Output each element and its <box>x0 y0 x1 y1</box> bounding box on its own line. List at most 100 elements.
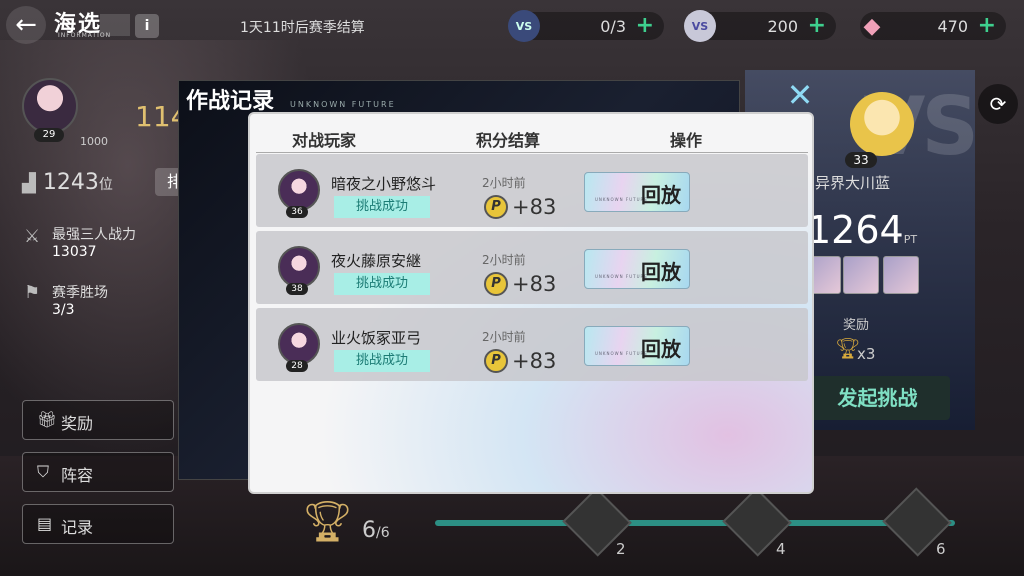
trophy-icon: 🏆︎ <box>302 499 353 545</box>
record-time: 2小时前 <box>482 176 526 190</box>
shield-icon: ⛉ <box>37 462 50 481</box>
wins-label: 赛季胜场 <box>52 285 108 301</box>
opponent-level: 36 <box>286 206 308 218</box>
column-header-action: 操作 <box>670 131 703 150</box>
rank-unit: 位 <box>98 177 113 193</box>
reward-label: 奖励 <box>843 318 870 333</box>
points-coin-icon: P <box>484 272 508 296</box>
record-row: 36 暗夜之小野悠斗 挑战成功 2小时前 P +83 UNKNOWN FUTUR… <box>256 154 808 227</box>
replay-label: 回放 <box>641 337 681 361</box>
replay-button-subtext: UNKNOWN FUTURE <box>595 351 648 356</box>
opponent-level: 33 <box>845 152 877 168</box>
trophy-total: /6 <box>376 525 390 541</box>
replay-button[interactable]: UNKNOWN FUTURE 回放 <box>584 249 690 289</box>
trophy-progress: 6/6 <box>362 518 390 543</box>
top-bar: ← 海选 INFORMATION i 1天11时后赛季结算 VS 0/3 + V… <box>0 0 1024 52</box>
opponent-points-value: 1264 <box>807 208 904 252</box>
replay-label: 回放 <box>641 183 681 207</box>
trophy-count: 6 <box>362 518 376 543</box>
milestone-label: 4 <box>776 540 786 558</box>
column-header-player: 对战玩家 <box>292 131 357 150</box>
milestone-label: 2 <box>616 540 626 558</box>
opponent-team-member <box>883 256 919 294</box>
player-avatar[interactable] <box>22 78 78 134</box>
swords-icon: ⚔ <box>24 226 41 247</box>
replay-label: 回放 <box>641 260 681 284</box>
info-button[interactable]: i <box>135 14 159 38</box>
rewards-label: 奖励 <box>61 414 94 433</box>
rewards-button[interactable]: 🎁︎ 奖励 <box>22 400 174 440</box>
power-label: 最强三人战力 <box>52 227 136 243</box>
challenge-button[interactable]: 发起挑战 <box>805 376 950 420</box>
header-divider <box>256 152 808 153</box>
crystal-icon: ◆ <box>863 13 881 39</box>
opponent-team-member <box>843 256 879 294</box>
replay-button-subtext: UNKNOWN FUTURE <box>595 197 648 202</box>
record-icon: ▤ <box>37 514 53 533</box>
opponent-avatar <box>278 246 320 288</box>
points-coin-icon: P <box>484 349 508 373</box>
points-unit: PT <box>903 233 918 246</box>
replay-button[interactable]: UNKNOWN FUTURE 回放 <box>584 326 690 366</box>
opponent-name: 暗夜之小野悠斗 <box>331 175 437 193</box>
vs-coin-icon: VS <box>684 10 716 42</box>
result-badge: 挑战成功 <box>334 196 430 218</box>
score-change: +83 <box>512 349 557 373</box>
column-header-score: 积分结算 <box>476 131 541 150</box>
reward-count: x3 <box>857 345 876 363</box>
record-row: 38 夜火藤原安継 挑战成功 2小时前 P +83 UNKNOWN FUTURE… <box>256 231 808 304</box>
arrow-left-icon: ← <box>15 10 37 40</box>
power-value: 13037 <box>52 244 97 260</box>
opponent-avatar[interactable] <box>850 92 914 156</box>
resource-value: 470 <box>937 17 968 36</box>
page-subtitle: INFORMATION <box>58 32 112 39</box>
dialog-title: 作战记录 <box>186 89 275 114</box>
opponent-name: 业火饭冢亚弓 <box>331 329 422 347</box>
result-badge: 挑战成功 <box>334 273 430 295</box>
battle-record-panel: 对战玩家 积分结算 操作 36 暗夜之小野悠斗 挑战成功 2小时前 P +83 … <box>248 112 814 494</box>
season-progress-bar <box>435 520 955 526</box>
player-level: 29 <box>34 128 64 142</box>
rank-value: 1243 <box>42 170 99 195</box>
opponent-name: 夜火藤原安継 <box>331 252 422 270</box>
result-badge: 挑战成功 <box>334 350 430 372</box>
opponent-avatar <box>278 169 320 211</box>
milestone-label: 6 <box>936 540 946 558</box>
player-rank: ▟ 1243位 <box>22 170 113 195</box>
opponent-level: 28 <box>286 360 308 372</box>
replay-button[interactable]: UNKNOWN FUTURE 回放 <box>584 172 690 212</box>
rank-icon: ▟ <box>22 173 36 194</box>
gift-icon: 🎁︎ <box>37 410 58 429</box>
dialog-subtitle: UNKNOWN FUTURE <box>290 100 396 109</box>
close-button[interactable]: ✕ <box>784 79 816 112</box>
lineup-label: 阵容 <box>61 466 94 485</box>
refresh-opponent-button[interactable]: ⟳ <box>978 84 1018 124</box>
resource-crystal: ◆ 470 + <box>860 12 1006 40</box>
record-time: 2小时前 <box>482 330 526 344</box>
points-coin-icon: P <box>484 195 508 219</box>
opponent-avatar <box>278 323 320 365</box>
resource-vs-coin: VS 200 + <box>684 10 836 42</box>
opponent-level: 38 <box>286 283 308 295</box>
player-exp: 1000 <box>80 135 108 148</box>
add-crystal-button[interactable]: + <box>978 13 996 38</box>
flag-icon: ⚑ <box>24 282 41 303</box>
vs-ticket-icon: VS <box>508 10 540 42</box>
records-label: 记录 <box>61 518 94 537</box>
close-icon: ✕ <box>786 76 814 114</box>
records-button[interactable]: ▤ 记录 <box>22 504 174 544</box>
add-tickets-button[interactable]: + <box>636 13 654 38</box>
score-change: +83 <box>512 195 557 219</box>
opponent-name: 异界大川蓝 <box>815 174 891 192</box>
lineup-button[interactable]: ⛉ 阵容 <box>22 452 174 492</box>
back-button[interactable]: ← <box>6 6 46 44</box>
record-row: 28 业火饭冢亚弓 挑战成功 2小时前 P +83 UNKNOWN FUTURE… <box>256 308 808 381</box>
add-vs-coin-button[interactable]: + <box>808 13 826 38</box>
resource-tickets: VS 0/3 + <box>508 10 664 42</box>
opponent-points: 1264PT <box>807 208 917 252</box>
resource-value: 0/3 <box>600 17 626 36</box>
score-change: +83 <box>512 272 557 296</box>
refresh-icon: ⟳ <box>989 92 1007 116</box>
record-time: 2小时前 <box>482 253 526 267</box>
resource-value: 200 <box>767 17 798 36</box>
